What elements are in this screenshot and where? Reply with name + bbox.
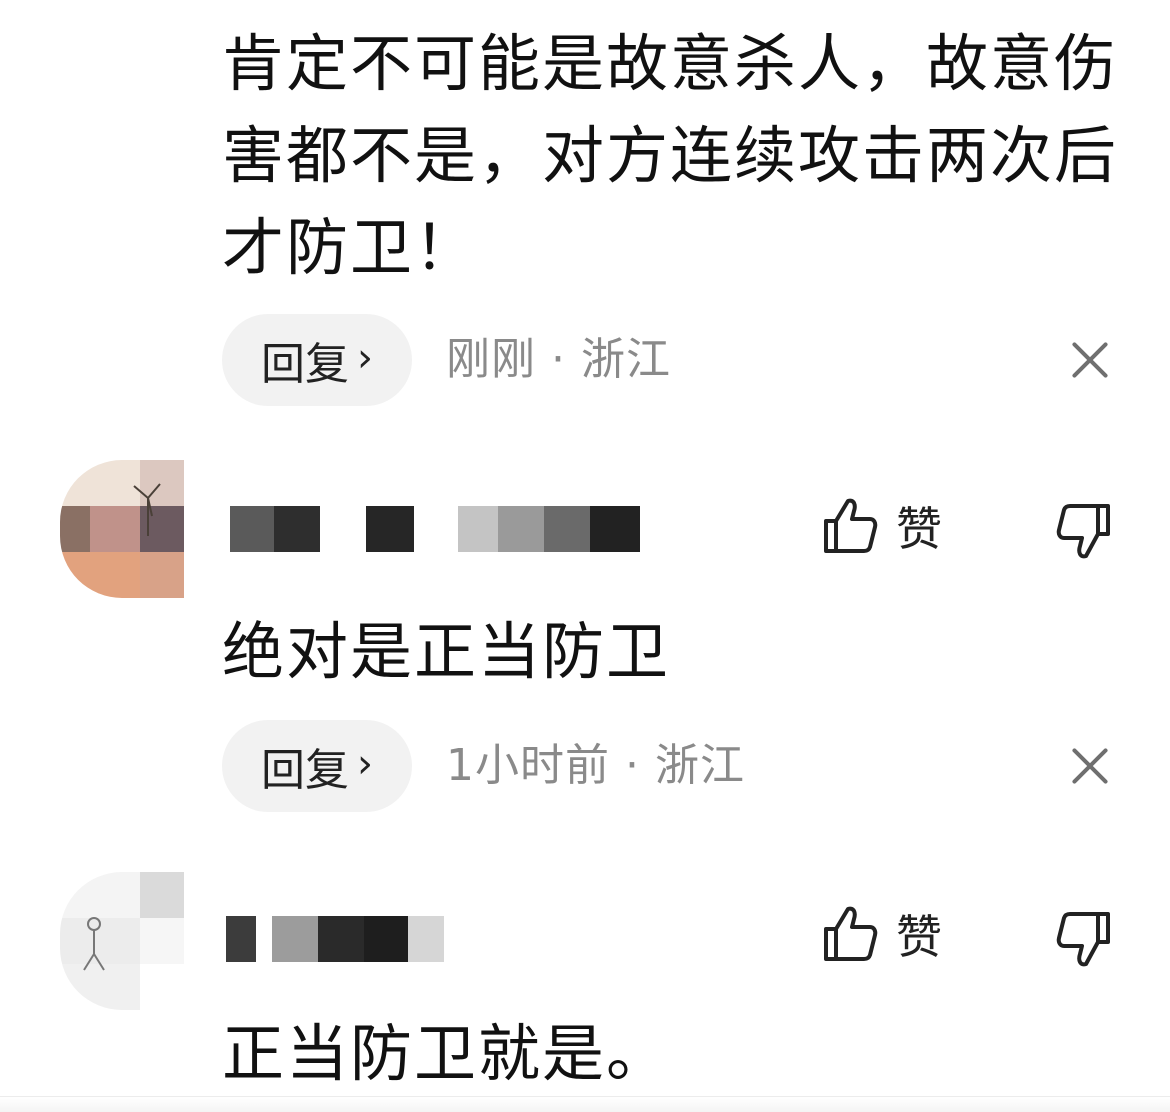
- dislike-button[interactable]: [1056, 908, 1112, 968]
- thumbs-up-icon: [824, 906, 878, 961]
- like-button[interactable]: 赞: [822, 904, 942, 964]
- thumbs-down-icon: [1056, 912, 1110, 967]
- reply-label: 回复: [261, 339, 349, 390]
- comment-2-reply-button[interactable]: 回复 ›: [222, 720, 412, 812]
- like-label: 赞: [896, 910, 942, 964]
- comment-3-text: 正当防卫就是。: [222, 1017, 671, 1090]
- windmill-icon: [133, 483, 161, 536]
- dislike-button[interactable]: [1056, 500, 1112, 560]
- comment-1-reply-button[interactable]: 回复 ›: [222, 314, 412, 406]
- like-label: 赞: [896, 502, 942, 556]
- figure-icon: [83, 917, 105, 971]
- thumbs-up-icon: [824, 498, 878, 553]
- comment-1-meta: 刚刚 · 浙江: [446, 334, 671, 385]
- username-redacted[interactable]: [230, 506, 640, 552]
- divider: [0, 1096, 1170, 1112]
- close-icon[interactable]: [1064, 334, 1116, 386]
- close-icon[interactable]: [1064, 740, 1116, 792]
- avatar[interactable]: [60, 460, 184, 598]
- avatar[interactable]: [60, 872, 184, 1010]
- reply-label: 回复: [261, 745, 349, 796]
- comment-2-text: 绝对是正当防卫: [222, 615, 671, 688]
- like-button[interactable]: 赞: [822, 496, 942, 556]
- username-redacted[interactable]: [226, 916, 444, 962]
- comment-1-text: 肯定不可能是故意杀人，故意伤 害都不是，对方连续攻击两次后 才防卫！: [222, 27, 1119, 284]
- chevron-right-icon: ›: [357, 741, 373, 787]
- thumbs-down-icon: [1056, 504, 1110, 559]
- chevron-right-icon: ›: [357, 335, 373, 381]
- comment-2-meta: 1小时前 · 浙江: [446, 740, 745, 791]
